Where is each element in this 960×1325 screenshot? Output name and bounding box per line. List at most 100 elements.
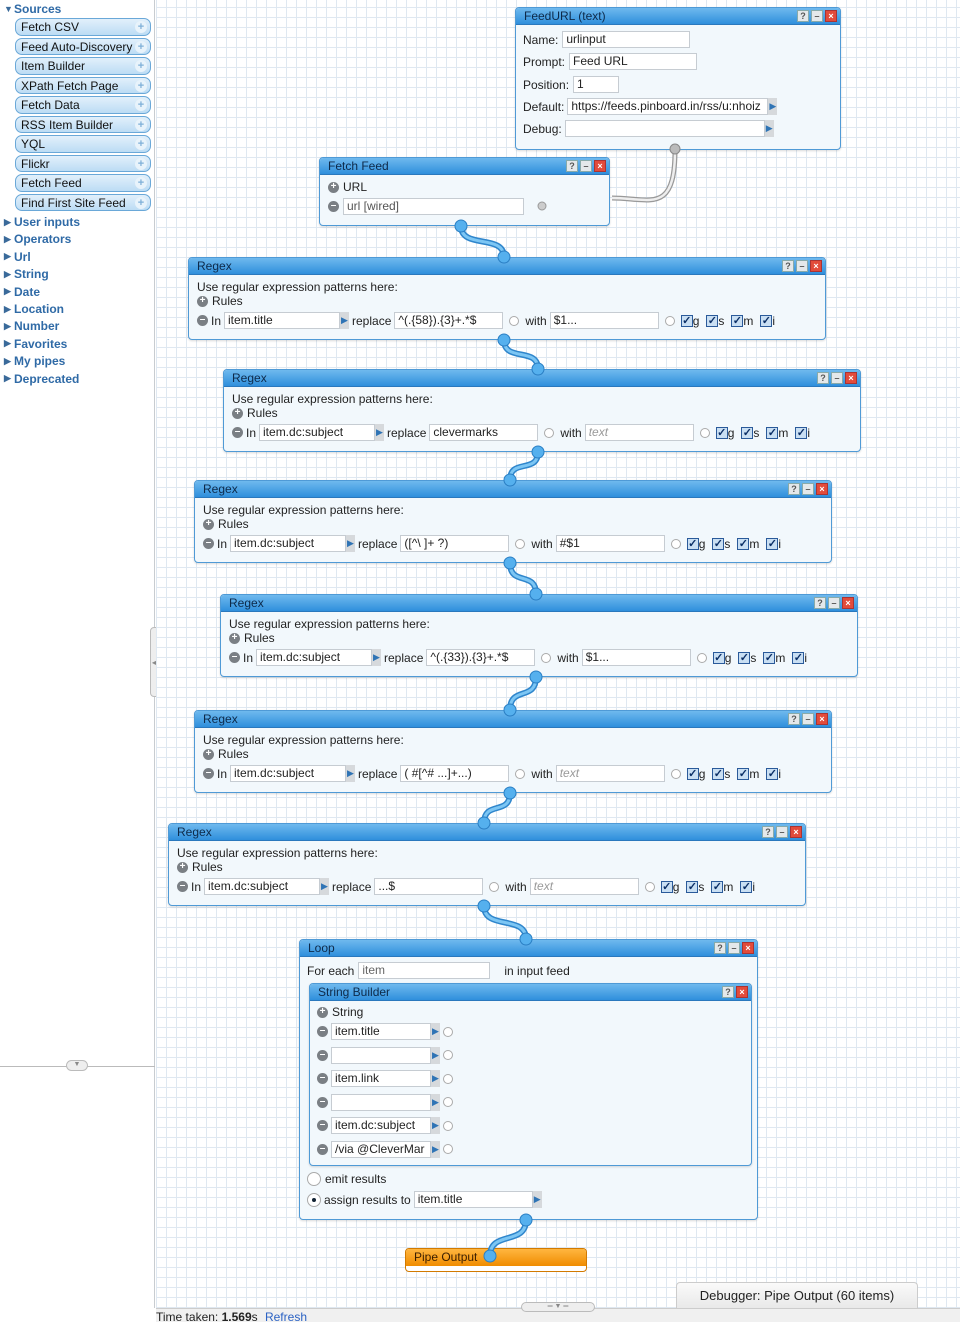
debugger-resize-handle[interactable]: ═ ▼ ═ <box>521 1302 595 1312</box>
with-replacement-input[interactable]: $1... <box>581 649 691 666</box>
string-part-terminal[interactable] <box>443 1144 453 1154</box>
regex-module[interactable]: Regex? – × Use regular expression patterns … <box>220 594 858 677</box>
replace-pattern-input[interactable]: clevermarks <box>429 424 539 441</box>
with-terminal[interactable] <box>670 538 681 549</box>
loop-module[interactable]: Loop ? – × For each item in input feed Strin… <box>299 939 758 1220</box>
flag-g-checkbox[interactable]: ✓ <box>712 651 725 664</box>
remove-rule-icon[interactable]: – <box>203 538 214 549</box>
category-deprecated[interactable]: ▶ Deprecated <box>0 370 154 387</box>
emit-results-radio[interactable] <box>307 1172 321 1186</box>
string-builder-module[interactable]: String Builder ? × + String – item.title ▶ – ▶… <box>309 983 752 1166</box>
close-icon[interactable]: × <box>816 483 828 495</box>
flag-g-checkbox[interactable]: ✓ <box>715 426 728 439</box>
string-part-terminal[interactable] <box>443 1097 453 1107</box>
add-module-icon[interactable]: + <box>135 40 147 53</box>
help-icon[interactable]: ? <box>797 10 809 22</box>
flag-s-checkbox[interactable]: ✓ <box>712 767 725 780</box>
flag-s-checkbox[interactable]: ✓ <box>712 537 725 550</box>
flag-g-checkbox[interactable]: ✓ <box>660 880 673 893</box>
close-icon[interactable]: × <box>842 597 854 609</box>
flag-m-checkbox[interactable]: ✓ <box>737 767 750 780</box>
with-terminal[interactable] <box>644 881 655 892</box>
expand-arrow-icon[interactable]: ▶ <box>320 878 330 895</box>
string-part-input[interactable]: item.title <box>331 1023 431 1040</box>
flag-i-checkbox[interactable]: ✓ <box>792 651 805 664</box>
url-input[interactable]: url [wired] <box>343 198 524 215</box>
close-icon[interactable]: × <box>594 160 606 172</box>
remove-part-icon[interactable]: – <box>317 1143 328 1155</box>
string-part-terminal[interactable] <box>443 1026 453 1037</box>
flag-g-checkbox[interactable]: ✓ <box>686 767 699 780</box>
loop-item-input[interactable]: item <box>358 962 491 979</box>
feedurl-module[interactable]: FeedURL (text) ? – × Name: urlinput Prompt:… <box>515 7 841 150</box>
category-number[interactable]: ▶ Number <box>0 318 154 335</box>
with-terminal[interactable] <box>664 315 675 326</box>
expand-arrow-icon[interactable]: ▶ <box>431 1117 440 1134</box>
source-module-fetch-csv[interactable]: Fetch CSV + <box>15 18 151 36</box>
add-rule-icon[interactable]: + <box>229 632 240 644</box>
help-icon[interactable]: ? <box>762 826 774 838</box>
expand-arrow-icon[interactable]: ▶ <box>431 1046 440 1064</box>
string-part-terminal[interactable] <box>443 1073 453 1084</box>
assign-results-radio[interactable] <box>307 1192 321 1207</box>
remove-part-icon[interactable]: – <box>317 1026 328 1037</box>
module-titlebar[interactable]: Regex? – × <box>169 824 805 841</box>
with-replacement-input[interactable]: $1... <box>549 312 659 329</box>
close-icon[interactable]: × <box>790 826 802 838</box>
remove-part-icon[interactable]: – <box>317 1049 328 1061</box>
remove-rule-icon[interactable]: – <box>203 768 214 779</box>
replace-pattern-input[interactable]: ...$ <box>374 878 484 895</box>
replace-pattern-input[interactable]: ^(.{33}).{3}+.*$ <box>426 649 536 666</box>
add-rule-icon[interactable]: + <box>232 407 243 419</box>
category-date[interactable]: ▶ Date <box>0 283 154 300</box>
regex-module[interactable]: Regex? – × Use regular expression patterns … <box>168 823 806 906</box>
close-icon[interactable]: × <box>742 942 754 954</box>
expand-arrow-icon[interactable]: ▶ <box>431 1023 440 1040</box>
regex-module[interactable]: Regex? – × Use regular expression patterns … <box>194 710 832 793</box>
expand-arrow-icon[interactable]: ▶ <box>764 120 774 137</box>
add-rule-icon[interactable]: + <box>197 295 208 307</box>
module-titlebar[interactable]: Fetch Feed ? – × <box>320 158 609 175</box>
add-string-icon[interactable]: + <box>317 1006 328 1018</box>
module-titlebar[interactable]: Regex? – × <box>195 481 831 498</box>
in-field-input[interactable]: item.dc:subject <box>230 535 347 552</box>
flag-g-checkbox[interactable]: ✓ <box>686 537 699 550</box>
help-icon[interactable]: ? <box>814 597 826 609</box>
module-titlebar[interactable]: Loop ? – × <box>300 940 757 957</box>
module-titlebar[interactable]: Regex? – × <box>189 258 825 275</box>
expand-arrow-icon[interactable]: ▶ <box>431 1140 440 1158</box>
remove-rule-icon[interactable]: – <box>232 427 243 438</box>
flag-i-checkbox[interactable]: ✓ <box>760 314 773 327</box>
expand-arrow-icon[interactable]: ▶ <box>372 649 382 666</box>
source-module-item-builder[interactable]: Item Builder + <box>15 57 151 75</box>
replace-pattern-input[interactable]: ([^\ ]+ ?) <box>400 535 510 552</box>
with-terminal[interactable] <box>696 652 707 663</box>
add-rule-icon[interactable]: + <box>203 748 214 760</box>
regex-module[interactable]: Regex? – × Use regular expression patterns … <box>223 369 861 452</box>
module-titlebar[interactable]: FeedURL (text) ? – × <box>516 8 840 25</box>
source-module-flickr[interactable]: Flickr + <box>15 154 151 173</box>
expand-arrow-icon[interactable]: ▶ <box>346 535 356 552</box>
assign-target-input[interactable]: item.title <box>413 1191 533 1208</box>
minimize-icon[interactable]: – <box>580 160 592 172</box>
add-rule-icon[interactable]: + <box>203 518 214 530</box>
category-favorites[interactable]: ▶ Favorites <box>0 335 154 352</box>
expand-arrow-icon[interactable]: ▶ <box>768 98 778 115</box>
add-module-icon[interactable]: + <box>135 60 147 73</box>
string-part-input[interactable] <box>331 1046 431 1064</box>
help-icon[interactable]: ? <box>782 260 794 272</box>
default-input[interactable]: https://feeds.pinboard.in/rss/u:nhoiz <box>567 98 769 115</box>
string-part-input[interactable] <box>331 1093 431 1111</box>
remove-rule-icon[interactable]: – <box>177 881 188 892</box>
expand-arrow-icon[interactable]: ▶ <box>532 1191 542 1208</box>
debugger-tab[interactable]: Debugger: Pipe Output (60 items) <box>676 1282 918 1309</box>
close-icon[interactable]: × <box>736 986 748 998</box>
flag-s-checkbox[interactable]: ✓ <box>706 314 719 327</box>
category-location[interactable]: ▶ Location <box>0 300 154 317</box>
position-input[interactable]: 1 <box>573 76 620 93</box>
remove-part-icon[interactable]: – <box>317 1120 328 1131</box>
category-string[interactable]: ▶ String <box>0 266 154 283</box>
in-field-input[interactable]: item.dc:subject <box>230 765 347 782</box>
expand-arrow-icon[interactable]: ▶ <box>340 312 350 329</box>
add-module-icon[interactable]: + <box>135 157 147 170</box>
